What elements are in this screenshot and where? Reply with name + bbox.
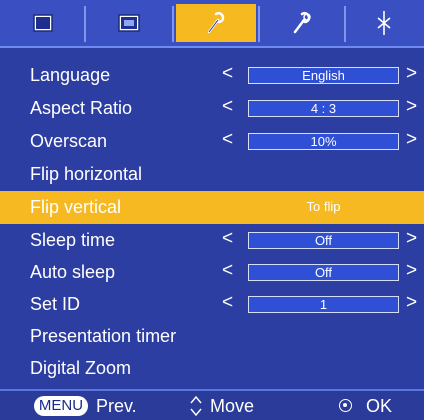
tab-divider bbox=[344, 6, 346, 42]
ok-label: OK bbox=[366, 396, 393, 416]
menu-item-label: Aspect Ratio bbox=[30, 98, 133, 118]
prev-label: Prev. bbox=[96, 396, 137, 416]
right-arrow-icon[interactable]: > bbox=[406, 63, 417, 85]
menu-item-label: Flip vertical bbox=[30, 197, 122, 217]
tab-bar bbox=[0, 0, 424, 48]
left-arrow-icon[interactable]: < bbox=[222, 292, 233, 314]
move-label: Move bbox=[210, 396, 255, 416]
value-box: Off bbox=[248, 232, 399, 249]
osd-menu: Language < English > Aspect Ratio < 4 : … bbox=[0, 0, 424, 420]
menu-item-sleep-time[interactable]: Sleep time < Off > bbox=[0, 224, 424, 257]
input-icon bbox=[377, 11, 391, 35]
menu-item-label: Language bbox=[30, 65, 111, 85]
menu-item-language[interactable]: Language < English > bbox=[0, 59, 424, 92]
right-arrow-icon[interactable]: > bbox=[406, 260, 417, 282]
left-arrow-icon[interactable]: < bbox=[222, 260, 233, 282]
menu-item-digital-zoom[interactable]: Digital Zoom bbox=[0, 352, 424, 385]
tab-divider bbox=[172, 6, 174, 42]
left-arrow-icon[interactable]: < bbox=[222, 129, 233, 151]
menu-item-aspect-ratio[interactable]: Aspect Ratio < 4 : 3 > bbox=[0, 92, 424, 125]
tab-setup[interactable] bbox=[176, 4, 256, 42]
up-down-arrows-icon bbox=[190, 395, 202, 417]
menu-item-presentation-timer[interactable]: Presentation timer bbox=[0, 320, 424, 353]
menu-item-label: Presentation timer bbox=[30, 326, 177, 346]
ok-button-icon bbox=[339, 399, 352, 412]
value-box: 1 bbox=[248, 296, 399, 313]
menu-item-auto-sleep[interactable]: Auto sleep < Off > bbox=[0, 256, 424, 289]
right-arrow-icon[interactable]: > bbox=[406, 292, 417, 314]
left-arrow-icon[interactable]: < bbox=[222, 63, 233, 85]
tab-tools[interactable] bbox=[262, 4, 342, 42]
tab-picture[interactable] bbox=[4, 4, 82, 42]
picture-icon bbox=[33, 14, 53, 32]
value-box: English bbox=[248, 67, 399, 84]
menu-item-label: Flip horizontal bbox=[30, 164, 143, 184]
menu-item-label: Overscan bbox=[30, 131, 108, 151]
screen-icon bbox=[118, 14, 140, 32]
left-arrow-icon[interactable]: < bbox=[222, 96, 233, 118]
menu-item-overscan[interactable]: Overscan < 10% > bbox=[0, 125, 424, 158]
menu-item-label: Digital Zoom bbox=[30, 358, 132, 378]
tab-screen[interactable] bbox=[88, 4, 170, 42]
tab-divider bbox=[258, 6, 260, 42]
menu-key-badge: MENU bbox=[34, 396, 88, 416]
value-box: 10% bbox=[248, 133, 399, 150]
right-arrow-icon[interactable]: > bbox=[406, 96, 417, 118]
left-arrow-icon[interactable]: < bbox=[222, 228, 233, 250]
tab-input[interactable] bbox=[348, 4, 420, 42]
menu-item-label: Auto sleep bbox=[30, 262, 116, 282]
menu-item-label: Sleep time bbox=[30, 230, 116, 250]
menu-item-flip-vertical[interactable]: Flip vertical To flip bbox=[0, 191, 424, 224]
value-box: 4 : 3 bbox=[248, 100, 399, 117]
menu-item-set-id[interactable]: Set ID < 1 > bbox=[0, 288, 424, 321]
right-arrow-icon[interactable]: > bbox=[406, 129, 417, 151]
wrench-icon bbox=[207, 11, 225, 34]
tab-divider bbox=[84, 6, 86, 42]
action-hint: To flip bbox=[306, 199, 341, 214]
menu-item-label: Set ID bbox=[30, 294, 81, 314]
right-arrow-icon[interactable]: > bbox=[406, 228, 417, 250]
tools-icon bbox=[293, 11, 311, 34]
menu-item-flip-horizontal[interactable]: Flip horizontal bbox=[0, 158, 424, 191]
value-box: Off bbox=[248, 264, 399, 281]
bottom-help-bar: MENU Prev. Move OK bbox=[0, 389, 424, 420]
